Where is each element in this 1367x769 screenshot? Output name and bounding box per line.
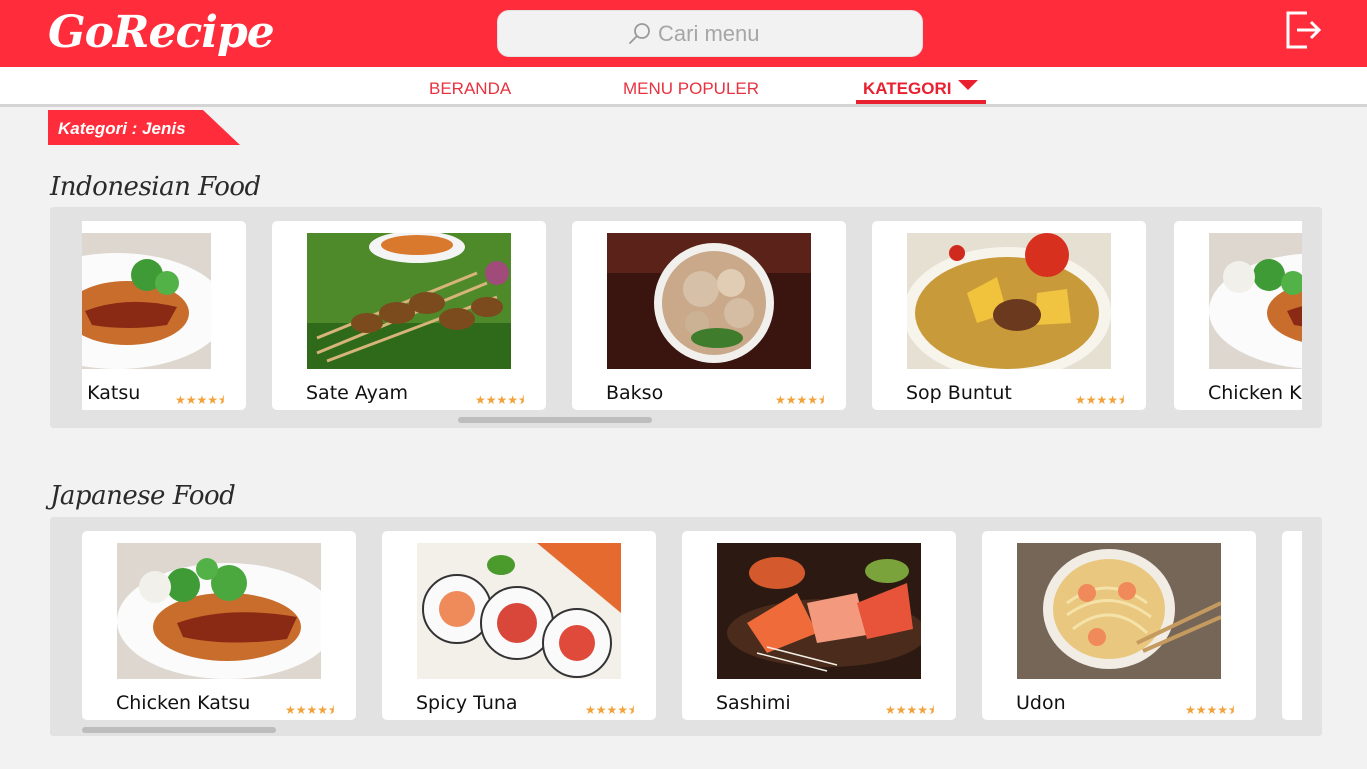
nav-kategori[interactable]: KATEGORI bbox=[863, 79, 951, 99]
rating-stars: ★★★★⯨ bbox=[475, 393, 525, 407]
indonesian-food-row[interactable]: Chicken Katsu ★★★★⯨ bbox=[50, 207, 1322, 428]
rating-stars: ★★★★⯨ bbox=[585, 703, 635, 717]
food-image bbox=[1017, 543, 1221, 679]
food-name: Chicken Katsu bbox=[1208, 382, 1302, 404]
food-card[interactable] bbox=[1282, 531, 1302, 720]
app-logo[interactable]: GoRecipe bbox=[48, 4, 275, 62]
search-box[interactable] bbox=[497, 10, 923, 57]
japanese-food-row[interactable]: Chicken Katsu ★★★★⯨ Spicy Tuna ★★★★⯨ Sas… bbox=[50, 517, 1322, 736]
nav-bar: BERANDA MENU POPULER KATEGORI bbox=[0, 67, 1367, 107]
section-title-indonesian: Indonesian Food bbox=[50, 172, 261, 202]
food-card[interactable]: Sop Buntut ★★★★⯨ bbox=[872, 221, 1146, 410]
food-name: Sate Ayam bbox=[306, 382, 408, 404]
nav-beranda[interactable]: BERANDA bbox=[429, 79, 511, 99]
nav-menu-populer[interactable]: MENU POPULER bbox=[623, 79, 759, 99]
carousel-viewport[interactable]: Chicken Katsu ★★★★⯨ bbox=[82, 221, 1302, 411]
food-card[interactable]: Spicy Tuna ★★★★⯨ bbox=[382, 531, 656, 720]
food-name: Chicken Katsu bbox=[82, 382, 141, 404]
food-name: Spicy Tuna bbox=[416, 692, 518, 714]
food-name: Bakso bbox=[606, 382, 664, 404]
food-card[interactable]: Chicken Katsu ★★★★⯨ bbox=[82, 531, 356, 720]
top-bar: GoRecipe bbox=[0, 0, 1367, 67]
food-name: Chicken Katsu bbox=[116, 692, 251, 714]
food-card[interactable]: Chicken Katsu ★★★★⯨ bbox=[82, 221, 246, 410]
food-card[interactable]: Sashimi ★★★★⯨ bbox=[682, 531, 956, 720]
nav-active-indicator bbox=[856, 100, 986, 104]
carousel-viewport[interactable]: Chicken Katsu ★★★★⯨ Spicy Tuna ★★★★⯨ Sas… bbox=[82, 531, 1302, 721]
rating-stars: ★★★★⯨ bbox=[285, 703, 335, 717]
rating-stars: ★★★★⯨ bbox=[1185, 703, 1235, 717]
horizontal-scrollbar[interactable] bbox=[82, 727, 276, 733]
rating-stars: ★★★★⯨ bbox=[1075, 393, 1125, 407]
rating-stars: ★★★★⯨ bbox=[775, 393, 825, 407]
rating-stars: ★★★★⯨ bbox=[885, 703, 935, 717]
food-card[interactable]: Bakso ★★★★⯨ bbox=[572, 221, 846, 410]
chevron-down-icon[interactable] bbox=[958, 80, 978, 90]
food-image bbox=[82, 233, 211, 369]
food-card[interactable]: Udon ★★★★⯨ bbox=[982, 531, 1256, 720]
search-icon bbox=[629, 23, 650, 44]
food-card[interactable]: Chicken Katsu ★★★★⯨ bbox=[1174, 221, 1302, 410]
category-tag-label: Kategori : Jenis bbox=[58, 119, 186, 138]
horizontal-scrollbar[interactable] bbox=[458, 417, 652, 423]
food-image bbox=[907, 233, 1111, 369]
food-image bbox=[117, 543, 321, 679]
section-title-japanese: Japanese Food bbox=[50, 481, 236, 511]
food-image bbox=[417, 543, 621, 679]
food-image bbox=[607, 233, 811, 369]
search-input[interactable] bbox=[658, 18, 898, 50]
rating-stars: ★★★★⯨ bbox=[175, 393, 225, 407]
logout-icon[interactable] bbox=[1283, 9, 1323, 51]
food-image bbox=[307, 233, 511, 369]
category-tag: Kategori : Jenis bbox=[48, 110, 240, 145]
food-name: Sop Buntut bbox=[906, 382, 1012, 404]
food-image bbox=[717, 543, 921, 679]
food-card[interactable]: Sate Ayam ★★★★⯨ bbox=[272, 221, 546, 410]
food-name: Sashimi bbox=[716, 692, 791, 714]
food-name: Udon bbox=[1016, 692, 1066, 714]
food-image bbox=[1209, 233, 1302, 369]
